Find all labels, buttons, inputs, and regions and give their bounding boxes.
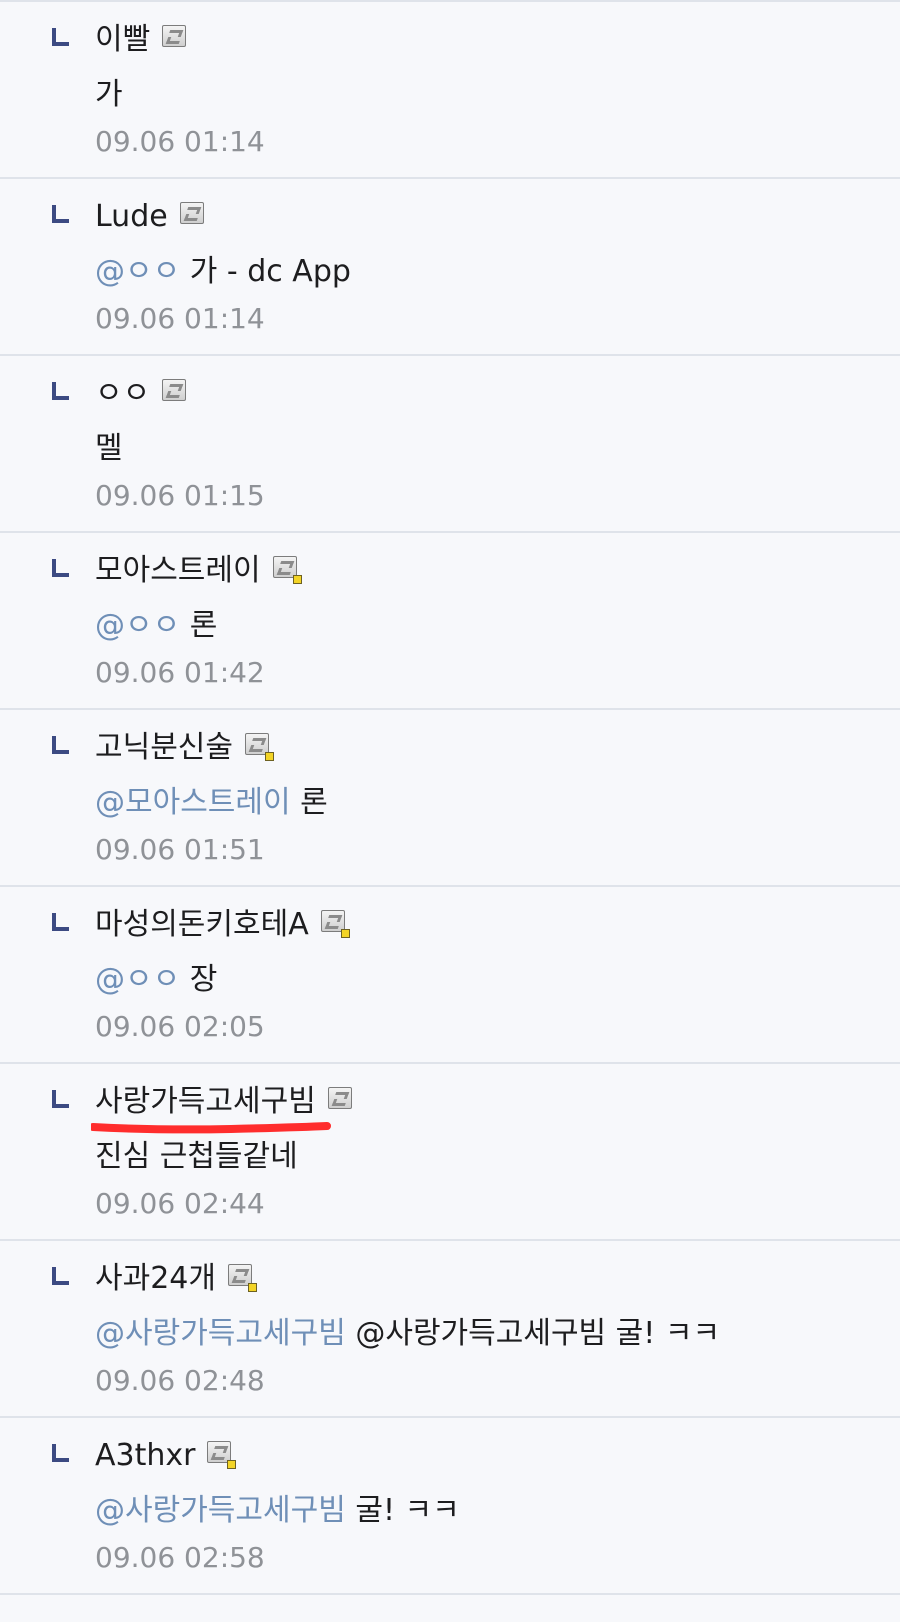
comment-text: 굴! ㅋㅋ <box>345 1493 460 1528</box>
comment-date: 09.06 02:48 <box>95 1364 265 1397</box>
comment-text: 론 <box>180 608 218 643</box>
comment-text: 멜 <box>95 431 123 466</box>
gallog-icon[interactable] <box>327 1087 352 1111</box>
reply-arrow-icon <box>52 1090 69 1108</box>
comment-date: 09.06 02:44 <box>95 1187 265 1220</box>
comment-text: 장 <box>180 962 218 997</box>
comment-body: @ㅇㅇ 장 <box>95 960 217 1000</box>
comment-header: A3thxr <box>95 1436 237 1476</box>
comment-nickname[interactable]: A3thxr <box>95 1436 195 1476</box>
reply-arrow-icon <box>52 205 69 223</box>
comment-text: 론 <box>290 785 328 820</box>
comment-nickname[interactable]: 사랑가득고세구빔 <box>95 1082 316 1122</box>
gallog-icon[interactable] <box>162 25 187 49</box>
comment-item: 모아스트레이 @ㅇㅇ 론 09.06 01:42 <box>0 533 900 710</box>
gallog-icon[interactable] <box>162 379 187 403</box>
comment-header: 모아스트레이 <box>95 551 302 591</box>
comment-header: 사과24개 <box>95 1259 257 1299</box>
comment-header: ㅇㅇ <box>95 374 187 414</box>
comment-text: 가 - dc App <box>180 254 351 289</box>
comment-item: A3thxr @사랑가득고세구빔 굴! ㅋㅋ 09.06 02:58 <box>0 1418 900 1595</box>
comment-list: 이빨 가 09.06 01:14 Lude @ㅇㅇ 가 - dc App 09.… <box>0 2 900 1595</box>
gallog-icon[interactable] <box>179 202 204 226</box>
gallog-icon-fixed[interactable] <box>320 910 350 938</box>
comment-header: 고닉분신술 <box>95 728 274 768</box>
comment-nickname[interactable]: 사과24개 <box>95 1259 216 1299</box>
comment-date: 09.06 01:14 <box>95 302 265 335</box>
mention-link[interactable]: @사랑가득고세구빔 <box>95 1316 346 1351</box>
comment-item: 사과24개 @사랑가득고세구빔 @사랑가득고세구빔 굴! ㅋㅋ 09.06 02… <box>0 1241 900 1418</box>
comment-body: @사랑가득고세구빔 @사랑가득고세구빔 굴! ㅋㅋ <box>95 1314 720 1354</box>
reply-arrow-icon <box>52 28 69 46</box>
comment-nickname[interactable]: 고닉분신술 <box>95 728 233 768</box>
comment-header: 마성의돈키호테A <box>95 905 350 945</box>
mention-link[interactable]: @ㅇㅇ <box>95 962 180 997</box>
comment-header: 사랑가득고세구빔 <box>91 1082 352 1134</box>
comment-date: 09.06 01:15 <box>95 479 265 512</box>
comment-nickname[interactable]: 모아스트레이 <box>95 551 261 591</box>
comment-item: 사랑가득고세구빔 진심 근첩들같네 09.06 02:44 <box>0 1064 900 1241</box>
comment-body: @모아스트레이 론 <box>95 783 328 823</box>
comment-nickname[interactable]: ㅇㅇ <box>95 374 150 414</box>
comment-item: Lude @ㅇㅇ 가 - dc App 09.06 01:14 <box>0 179 900 356</box>
comment-body: @ㅇㅇ 론 <box>95 606 217 646</box>
comment-date: 09.06 01:51 <box>95 833 265 866</box>
comment-header: 이빨 <box>95 20 187 60</box>
mention-link[interactable]: @ㅇㅇ <box>95 608 180 643</box>
gallog-icon-fixed[interactable] <box>207 1441 237 1469</box>
comment-text: 진심 근첩들같네 <box>95 1139 298 1174</box>
comment-nickname[interactable]: 마성의돈키호테A <box>95 905 309 945</box>
comment-body: @사랑가득고세구빔 굴! ㅋㅋ <box>95 1491 460 1531</box>
reply-arrow-icon <box>52 1267 69 1285</box>
comment-item: ㅇㅇ 멜 09.06 01:15 <box>0 356 900 533</box>
mention-link[interactable]: @ㅇㅇ <box>95 254 180 289</box>
comment-text: 가 <box>95 77 123 112</box>
comment-nickname[interactable]: 이빨 <box>95 20 150 60</box>
gallog-icon-fixed[interactable] <box>227 1264 257 1292</box>
comment-item: 마성의돈키호테A @ㅇㅇ 장 09.06 02:05 <box>0 887 900 1064</box>
comment-item: 고닉분신술 @모아스트레이 론 09.06 01:51 <box>0 710 900 887</box>
comment-body: 멜 <box>95 429 123 469</box>
comment-body: 진심 근첩들같네 <box>95 1137 298 1177</box>
gallog-icon-fixed[interactable] <box>245 733 274 761</box>
reply-arrow-icon <box>52 382 69 400</box>
comment-date: 09.06 01:14 <box>95 125 265 158</box>
mention-link[interactable]: @사랑가득고세구빔 <box>95 1493 346 1528</box>
comment-date: 09.06 01:42 <box>95 656 265 689</box>
reply-arrow-icon <box>52 1444 69 1462</box>
comment-date: 09.06 02:58 <box>95 1541 265 1574</box>
comment-header: Lude <box>95 197 204 237</box>
gallog-icon-fixed[interactable] <box>272 556 302 584</box>
comment-item: 이빨 가 09.06 01:14 <box>0 2 900 179</box>
mention-link[interactable]: @모아스트레이 <box>95 785 291 820</box>
reply-arrow-icon <box>52 736 69 754</box>
comment-body: @ㅇㅇ 가 - dc App <box>95 252 351 292</box>
comment-text: @사랑가득고세구빔 굴! ㅋㅋ <box>345 1316 721 1351</box>
reply-arrow-icon <box>52 913 69 931</box>
comment-date: 09.06 02:05 <box>95 1010 265 1043</box>
reply-arrow-icon <box>52 559 69 577</box>
red-underline-annotation <box>91 1122 331 1134</box>
comment-body: 가 <box>95 75 123 115</box>
comment-nickname[interactable]: Lude <box>95 197 168 237</box>
